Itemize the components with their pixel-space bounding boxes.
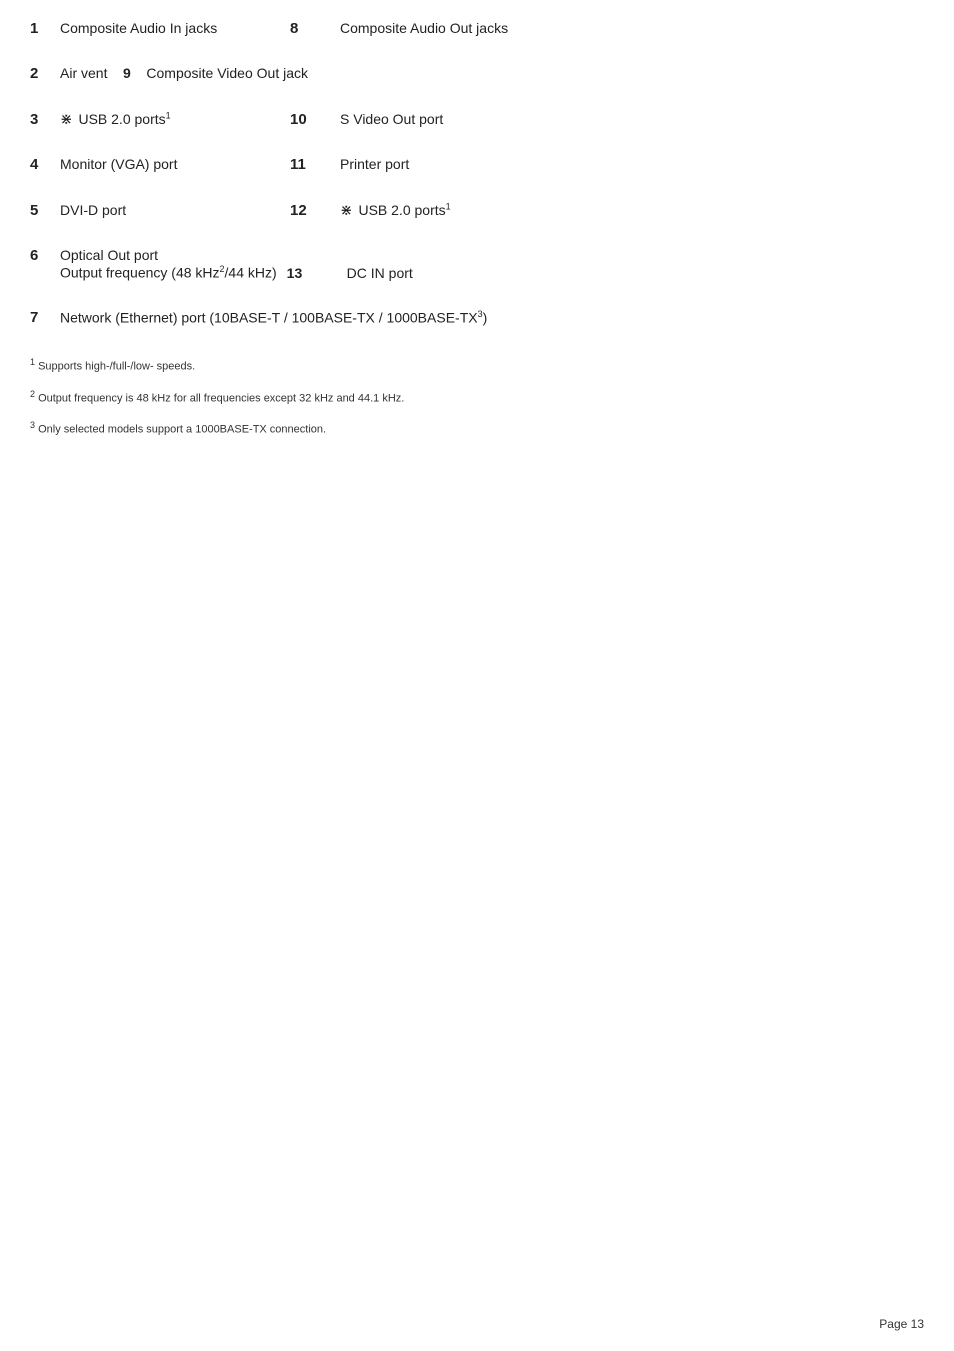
footnote-ref-1b: 1 [446, 201, 451, 211]
item-number-1: 1 [30, 20, 60, 37]
item-label-right-13: DC IN port [347, 265, 413, 281]
item-number-right-13: 13 [287, 265, 347, 281]
row-6-line2: Output frequency (48 kHz2/44 kHz) 13 DC … [30, 264, 924, 281]
page-number: Page 13 [879, 1317, 924, 1331]
footnotes: 1 Supports high-/full-/low- speeds. 2 Ou… [30, 354, 924, 440]
item-label-1: Composite Audio In jacks [60, 20, 280, 36]
item-number-right-8: 8 [290, 20, 340, 37]
item-label-3: ⋇ USB 2.0 ports1 [60, 110, 280, 128]
usb-icon: ⋇ [60, 110, 73, 128]
item-label-6-line1: Optical Out port [60, 247, 158, 263]
list-item: 1 Composite Audio In jacks 8 Composite A… [30, 20, 924, 37]
item-number-5: 5 [30, 202, 60, 219]
item-label-7: Network (Ethernet) port (10BASE-T / 100B… [60, 309, 487, 326]
item-number-right-10: 10 [290, 111, 340, 128]
item-label-right-12: ⋇ USB 2.0 ports1 [340, 201, 451, 219]
list-item: 2 Air vent 9 Composite Video Out jack [30, 65, 924, 82]
inline-number-9: 9 [123, 65, 131, 81]
list-item: 3 ⋇ USB 2.0 ports1 10 S Video Out port [30, 110, 924, 128]
item-number-7: 7 [30, 309, 60, 326]
list-item: 4 Monitor (VGA) port 11 Printer port [30, 156, 924, 173]
item-number-right-12: 12 [290, 202, 340, 219]
item-label-6-line2: Output frequency (48 kHz2/44 kHz) [60, 264, 277, 281]
footnote-2: 2 Output frequency is 48 kHz for all fre… [30, 386, 924, 409]
item-label-2: Air vent 9 Composite Video Out jack [60, 65, 308, 81]
list-item: 5 DVI-D port 12 ⋇ USB 2.0 ports1 [30, 201, 924, 219]
item-number-6: 6 [30, 247, 60, 264]
page-content: 1 Composite Audio In jacks 8 Composite A… [0, 0, 954, 509]
usb-icon-12: ⋇ [340, 201, 353, 219]
item-label-right-10: S Video Out port [340, 111, 443, 127]
item-number-right-11: 11 [290, 156, 340, 173]
item-label-4: Monitor (VGA) port [60, 156, 280, 172]
row-6-line1: 6 Optical Out port [30, 247, 924, 264]
list-item-7: 7 Network (Ethernet) port (10BASE-T / 10… [30, 309, 924, 327]
item-number-3: 3 [30, 111, 60, 128]
item-label-right-8: Composite Audio Out jacks [340, 20, 508, 36]
list-item-6: 6 Optical Out port Output frequency (48 … [30, 247, 924, 281]
footnote-3: 3 Only selected models support a 1000BAS… [30, 417, 924, 440]
item-number-2: 2 [30, 65, 60, 82]
footnote-1: 1 Supports high-/full-/low- speeds. [30, 354, 924, 377]
item-label-5: DVI-D port [60, 202, 280, 218]
footnote-ref-1: 1 [166, 110, 171, 120]
item-number-4: 4 [30, 156, 60, 173]
item-label-right-11: Printer port [340, 156, 409, 172]
